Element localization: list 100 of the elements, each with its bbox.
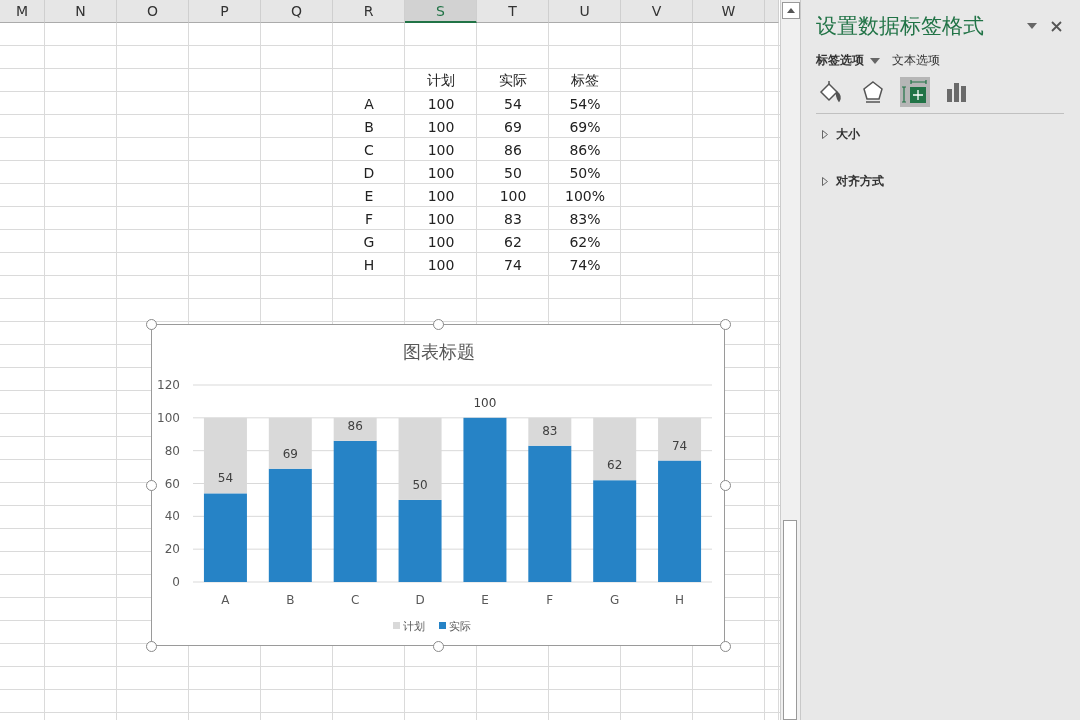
table-cell-text: 100 (426, 140, 456, 160)
table-cell-text: 83 (503, 209, 523, 229)
section-header[interactable]: 对齐方式 (816, 167, 884, 195)
table-cell-text: A (363, 94, 375, 114)
axis-label: 20 (164, 542, 180, 557)
data-label: 69 (282, 446, 298, 461)
axis-label: 60 (164, 476, 180, 491)
resize-handle[interactable] (145, 318, 157, 330)
paint-bucket-icon (818, 80, 844, 104)
data-label: 62 (607, 458, 623, 473)
column-header[interactable]: S (405, 0, 477, 23)
pentagon-icon (862, 80, 884, 104)
chart-title: 图表标题 (403, 341, 475, 362)
axis-label: 100 (157, 410, 180, 425)
resize-handle[interactable] (432, 318, 444, 330)
column-header[interactable]: U (549, 0, 621, 23)
table-cell-text: 69 (503, 117, 523, 137)
vertical-scrollbar[interactable] (780, 0, 800, 720)
column-header[interactable]: P (189, 0, 261, 23)
table-cell-text: 86 (503, 140, 523, 160)
table-cell-text: 74% (568, 255, 602, 275)
table-cell-text: D (362, 163, 376, 183)
close-button[interactable] (1049, 18, 1064, 34)
collapsed-icon (822, 130, 828, 139)
axis-label: H (675, 593, 685, 607)
column-header[interactable]: R (333, 0, 405, 23)
category-tab[interactable] (900, 77, 930, 107)
table-cell-text: 54 (503, 94, 523, 114)
table-cell-text: G (362, 232, 376, 252)
resize-handle[interactable] (145, 479, 157, 491)
close-icon (1051, 20, 1062, 32)
table-cell-text: 74 (503, 255, 523, 275)
table-cell-text: H (362, 255, 376, 275)
table-cell-text: 100 (426, 186, 456, 206)
resize-handle[interactable] (719, 640, 731, 652)
resize-handle[interactable] (719, 318, 731, 330)
table-cell-text: 实际 (498, 70, 528, 90)
data-label: 83 (542, 423, 558, 438)
dropdown-icon (870, 57, 880, 64)
table-cell-text: 100 (426, 163, 456, 183)
chart-area[interactable]: 图表标题 0 20 40 60 80 100 120 54 69 86 50 100 83 62 74 A B C D E F G H 计划 实际 (151, 324, 725, 646)
table-cell-text: 标签 (570, 70, 600, 90)
data-label: 100 (473, 395, 497, 410)
bar-chart-icon (946, 81, 968, 103)
data-label: 86 (347, 418, 363, 433)
table-cell-text: 100 (426, 117, 456, 137)
table-cell-text: 100% (564, 186, 606, 206)
table-cell-text: 计划 (426, 70, 456, 90)
legend-label: 实际 (449, 620, 471, 633)
section-header[interactable]: 大小 (816, 120, 860, 148)
table-cell-text: 86% (568, 140, 602, 160)
table-cell-text: 100 (426, 232, 456, 252)
scroll-thumb[interactable] (783, 520, 797, 720)
column-header[interactable]: O (117, 0, 189, 23)
column-header[interactable]: N (45, 0, 117, 23)
table-cell-text: 100 (498, 186, 528, 206)
resize-handle[interactable] (145, 640, 157, 652)
legend-swatch (393, 622, 400, 629)
legend-label: 计划 (403, 620, 425, 633)
axis-label: 0 (172, 575, 180, 589)
data-label: 74 (671, 438, 688, 453)
axis-label: F (546, 593, 554, 607)
data-label: 54 (217, 471, 234, 486)
table-cell-text: B (363, 117, 375, 137)
column-header[interactable]: T (477, 0, 549, 23)
table-cell-text: 100 (426, 255, 456, 275)
dropdown-icon (1027, 23, 1037, 29)
column-header[interactable]: V (621, 0, 693, 23)
legend-swatch (439, 622, 446, 629)
axis-label: 40 (164, 509, 180, 524)
column-header[interactable]: W (693, 0, 765, 23)
resize-handle[interactable] (719, 479, 731, 491)
column-header[interactable]: Q (261, 0, 333, 23)
table-cell-text: F (363, 209, 375, 229)
table-cell-text: 100 (426, 209, 456, 229)
table-cell-text: 100 (426, 94, 456, 114)
column-header[interactable] (765, 0, 779, 23)
table-cell-text: 69% (568, 117, 602, 137)
axis-label: C (351, 593, 360, 607)
table-cell-text: 50 (503, 163, 523, 183)
table-cell-text: 50% (568, 163, 602, 183)
table-cell-text: 54% (568, 94, 602, 114)
scroll-up-icon (782, 2, 800, 19)
axis-label: E (481, 593, 489, 607)
pane-tab[interactable]: 文本选项 (892, 52, 940, 69)
pane-options-button[interactable] (1025, 21, 1039, 31)
resize-handle[interactable] (432, 640, 444, 652)
axis-label: G (610, 593, 620, 607)
table-cell-text: C (363, 140, 375, 160)
pane-title: 设置数据标签格式 (816, 13, 985, 40)
axis-label: 120 (157, 378, 180, 392)
axis-label: B (286, 593, 295, 607)
axis-label: D (415, 593, 425, 607)
axis-label: 80 (164, 443, 180, 458)
column-header[interactable]: M (0, 0, 45, 23)
pane-tab[interactable]: 标签选项 (816, 52, 880, 69)
table-cell-text: E (363, 186, 375, 206)
axis-label: A (221, 593, 230, 607)
size-properties-icon (902, 80, 928, 104)
table-cell-text: 62% (568, 232, 602, 252)
